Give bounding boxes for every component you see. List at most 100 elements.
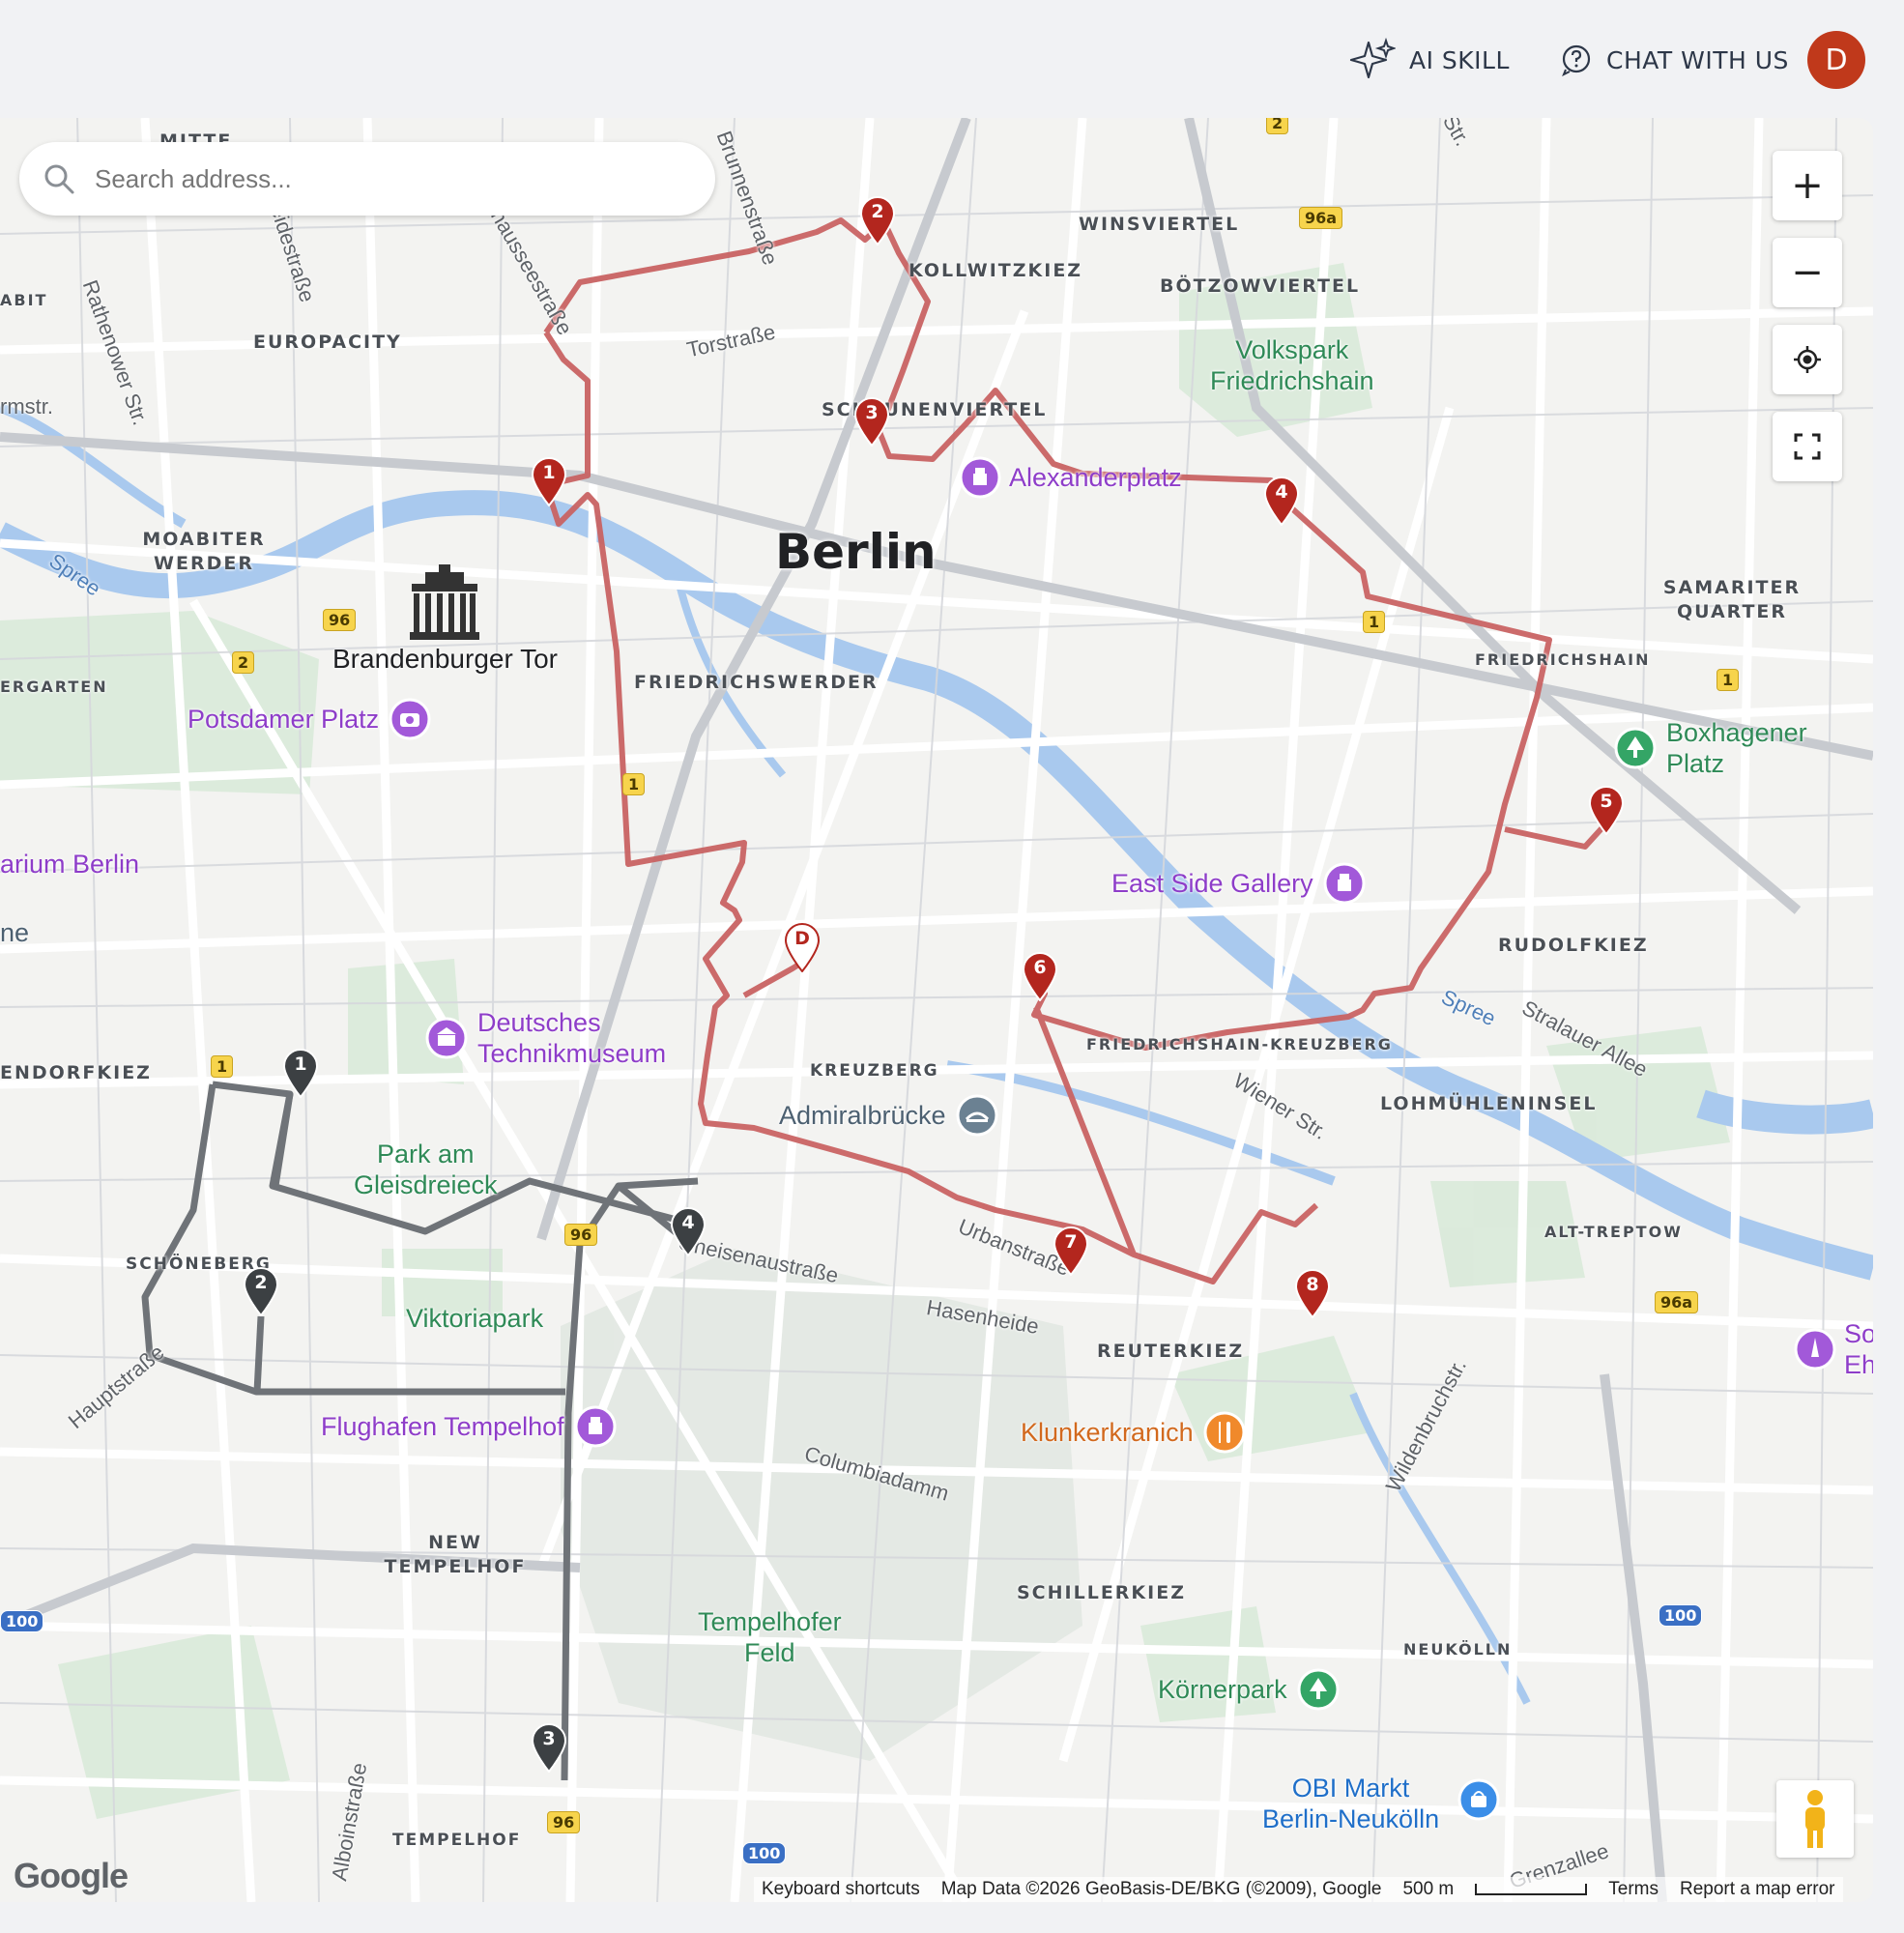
restaurant-icon — [1203, 1411, 1246, 1454]
route-stop-red-8[interactable]: 8 — [1294, 1268, 1331, 1319]
district-label-new-tempelhof: NEW TEMPELHOF — [384, 1532, 527, 1577]
top-bar: AI SKILL CHAT WITH US D — [0, 0, 1904, 118]
route-stop-red-6[interactable]: 6 — [1022, 951, 1058, 1002]
poi-admiralbruecke[interactable]: Admiralbrücke — [779, 1094, 998, 1137]
street-view-pegman[interactable] — [1776, 1780, 1854, 1858]
my-location-button[interactable] — [1773, 325, 1842, 394]
district-label-neukoelln: NEUKÖLLN — [1403, 1640, 1513, 1659]
poi-flughafen-tempelhof[interactable]: Flughafen Tempelhof — [321, 1405, 617, 1448]
route-stop-gray-4[interactable]: 4 — [670, 1206, 707, 1257]
keyboard-shortcuts-link[interactable]: Keyboard shortcuts — [762, 1879, 920, 1900]
route-stop-gray-1[interactable]: 1 — [282, 1048, 319, 1099]
poi-tempelhofer-feld[interactable]: Tempelhofer Feld — [698, 1606, 842, 1668]
district-label-friedrichshain-kreuzberg: FRIEDRICHSHAIN-KREUZBERG — [1086, 1035, 1393, 1053]
route-stop-red-2[interactable]: 2 — [859, 195, 896, 246]
poi-brandenburger-tor[interactable]: Brandenburger Tor — [332, 644, 558, 675]
poi-ne: ne — [0, 918, 30, 947]
route-stop-red-4[interactable]: 4 — [1263, 476, 1300, 527]
sparkle-icon — [1349, 37, 1396, 79]
district-label-samariter-quarter: SAMARITER QUARTER — [1662, 577, 1802, 622]
poi-flughafen-label: Flughafen Tempelhof — [321, 1412, 564, 1441]
district-label-endorfkiez: ENDORFKIEZ — [0, 1062, 152, 1083]
poi-alexanderplatz[interactable]: Alexanderplatz — [959, 456, 1182, 499]
road-shield: 100 — [742, 1842, 787, 1864]
chat-with-us-button[interactable]: CHAT WITH US — [1560, 39, 1789, 81]
road-shield: 96 — [564, 1224, 598, 1246]
address-search-bar[interactable] — [19, 142, 715, 216]
poi-deutsches-technikmuseum[interactable]: Deutsches Technikmuseum — [425, 1007, 666, 1069]
district-label-lohmuehleninsel: LOHMÜHLENINSEL — [1380, 1093, 1598, 1114]
district-label-kreuzberg: KREUZBERG — [810, 1061, 939, 1081]
user-avatar[interactable]: D — [1807, 31, 1865, 89]
poi-so-eh[interactable]: So Eh — [1794, 1318, 1873, 1380]
poi-east-side-label: East Side Gallery — [1111, 869, 1313, 898]
fullscreen-button[interactable] — [1773, 412, 1842, 481]
route-stop-gray-3[interactable]: 3 — [531, 1722, 567, 1774]
poi-volkspark-friedrichshain[interactable]: Volkspark Friedrichshain — [1210, 334, 1374, 396]
poi-potsdamer-platz[interactable]: Potsdamer Platz — [188, 698, 431, 740]
road-shield: 96a — [1299, 207, 1343, 229]
poi-planetarium[interactable]: arium Berlin — [0, 849, 139, 880]
scale-bar — [1475, 1884, 1588, 1895]
route-stop-gray-2[interactable]: 2 — [243, 1266, 279, 1317]
district-label-europacity: EUROPACITY — [253, 332, 402, 353]
plus-icon: + — [1791, 163, 1824, 208]
map-canvas[interactable]: MITTE WINSVIERTEL KOLLWITZKIEZ BÖTZOWVIE… — [0, 118, 1873, 1902]
poi-park-am-gleisdreieck[interactable]: Park am Gleisdreieck — [354, 1139, 498, 1200]
landmark-icon — [1323, 862, 1366, 905]
poi-boxhagener-platz[interactable]: Boxhagener Platz — [1614, 717, 1807, 779]
ai-skill-label: AI SKILL — [1409, 45, 1510, 74]
camera-icon — [389, 698, 431, 740]
poi-so-eh-label: So Eh — [1844, 1319, 1873, 1379]
route-stop-red-5[interactable]: 5 — [1588, 785, 1625, 836]
map-data-attribution: Map Data ©2026 GeoBasis-DE/BKG (©2009), … — [940, 1879, 1382, 1899]
map-footer: Keyboard shortcuts Map Data ©2026 GeoBas… — [754, 1877, 1843, 1902]
tree-icon — [1614, 727, 1657, 769]
district-label-reuterkiez: REUTERKIEZ — [1097, 1341, 1245, 1362]
poi-alexanderplatz-label: Alexanderplatz — [1009, 463, 1182, 492]
fullscreen-icon — [1794, 433, 1821, 460]
district-label-friedrichswerder: FRIEDRICHSWERDER — [634, 672, 879, 693]
poi-koernerpark[interactable]: Körnerpark — [1158, 1668, 1340, 1711]
poi-obi-markt[interactable]: OBI Markt Berlin-Neukölln — [1262, 1773, 1439, 1834]
route-stop-red-3[interactable]: 3 — [853, 396, 890, 447]
road-shield: 1 — [622, 773, 646, 795]
road-shield: 96 — [547, 1811, 581, 1833]
route-stop-red-1[interactable]: 1 — [531, 456, 567, 507]
poi-potsdamer-label: Potsdamer Platz — [188, 705, 380, 734]
district-label-moabiter-werder: MOABITER WERDER — [142, 529, 266, 574]
scale-label[interactable]: 500 m — [1402, 1879, 1454, 1900]
brandenburg-gate-icon — [406, 563, 483, 647]
poi-viktoriapark[interactable]: Viktoriapark — [406, 1303, 543, 1334]
poi-klunkerkranich[interactable]: Klunkerkranich — [1021, 1411, 1246, 1454]
district-label-kollwitzkiez: KOLLWITZKIEZ — [909, 260, 1083, 281]
tree-icon — [1297, 1668, 1340, 1711]
route-stop-red-7[interactable]: 7 — [1053, 1226, 1089, 1277]
search-input[interactable] — [93, 162, 677, 195]
city-label-berlin: Berlin — [775, 524, 937, 580]
help-chat-icon — [1562, 44, 1591, 76]
ai-skill-button[interactable]: AI SKILL — [1349, 37, 1510, 81]
poi-klunker-label: Klunkerkranich — [1021, 1417, 1194, 1447]
landmark-icon — [959, 456, 1001, 499]
street-rmstr: rmstr. — [0, 394, 53, 418]
zoom-in-button[interactable]: + — [1773, 151, 1842, 220]
locate-icon — [1794, 346, 1821, 373]
destination-pin[interactable]: D — [784, 922, 821, 973]
district-label-rudolfkiez: RUDOLFKIEZ — [1498, 935, 1649, 956]
district-label-alt-treptow: ALT-TREPTOW — [1544, 1223, 1683, 1241]
road-shield: 100 — [1659, 1604, 1703, 1627]
terms-link[interactable]: Terms — [1608, 1879, 1659, 1900]
district-label-friedrichshain: FRIEDRICHSHAIN — [1475, 650, 1651, 669]
poi-east-side-gallery[interactable]: East Side Gallery — [1111, 862, 1366, 905]
landmark-icon — [574, 1405, 617, 1448]
museum-icon — [425, 1017, 468, 1059]
google-logo[interactable]: Google — [14, 1856, 129, 1896]
report-map-error-link[interactable]: Report a map error — [1680, 1879, 1835, 1900]
district-label-tiergarten: ERGARTEN — [0, 678, 108, 696]
zoom-out-button[interactable]: − — [1773, 238, 1842, 307]
road-shield: 96a — [1655, 1291, 1699, 1313]
poi-technik-label: Deutsches Technikmuseum — [477, 1008, 667, 1068]
shopping-icon — [1457, 1778, 1500, 1826]
district-label-winsviertel: WINSVIERTEL — [1079, 214, 1240, 235]
